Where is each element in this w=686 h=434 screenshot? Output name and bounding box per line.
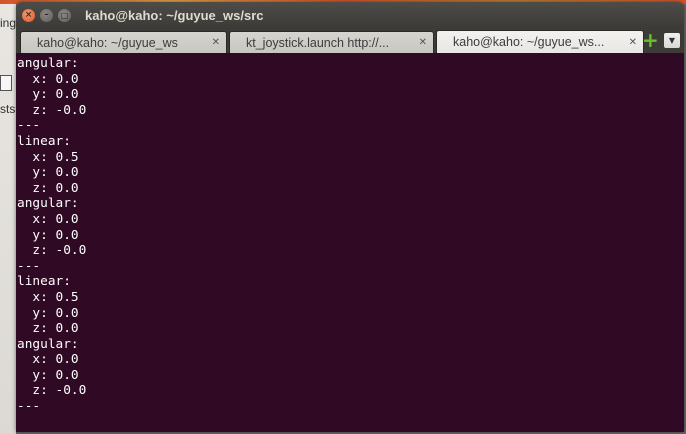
tab-guyue-ws-active[interactable]: kaho@kaho: ~/guyue_ws... ✕: [436, 30, 644, 53]
tab-joystick-launch[interactable]: kt_joystick.launch http://... ✕: [229, 31, 434, 53]
maximize-button[interactable]: □: [58, 9, 71, 22]
terminal-line: x: 0.5: [17, 149, 79, 165]
terminal-line: angular:: [17, 336, 79, 352]
close-button[interactable]: ×: [22, 9, 35, 22]
tab-guyue-ws[interactable]: kaho@kaho: ~/guyue_ws ✕: [20, 31, 227, 53]
terminal-line: linear:: [17, 274, 71, 290]
terminal-line: z: 0.0: [17, 180, 79, 196]
terminal-line: ---: [17, 258, 41, 274]
terminal-line: angular:: [17, 56, 79, 71]
close-icon: ×: [24, 10, 33, 20]
terminal-line: z: -0.0: [17, 102, 87, 118]
terminal-line: x: 0.5: [17, 289, 79, 305]
tab-close-icon[interactable]: ✕: [212, 37, 220, 48]
window-title: kaho@kaho: ~/guyue_ws/src: [85, 8, 264, 23]
terminal-window: × – □ kaho@kaho: ~/guyue_ws/src kaho@kah…: [16, 2, 684, 432]
tab-close-icon[interactable]: ✕: [629, 37, 637, 48]
desktop-label-fragment: sts: [0, 102, 16, 116]
maximize-icon: □: [60, 10, 69, 20]
terminal-line: linear:: [17, 133, 71, 149]
terminal-output[interactable]: angular: x: 0.0 y: 0.0 z: -0.0 --- linear:…: [16, 53, 684, 432]
tab-label: kt_joystick.launch http://...: [246, 35, 390, 50]
minimize-button[interactable]: –: [40, 9, 53, 22]
terminal-line: y: 0.0: [17, 367, 79, 383]
file-icon[interactable]: [0, 75, 12, 91]
terminal-line: ---: [17, 399, 41, 415]
tab-menu-icon[interactable]: ▼: [664, 33, 680, 48]
tab-label: kaho@kaho: ~/guyue_ws: [37, 35, 178, 50]
add-tab-icon[interactable]: +: [642, 30, 659, 50]
tab-label: kaho@kaho: ~/guyue_ws...: [453, 35, 605, 49]
terminal-line: z: -0.0: [17, 243, 87, 259]
terminal-line: z: -0.0: [17, 383, 87, 399]
desktop-label-fragment: ing: [0, 16, 17, 30]
tab-close-icon[interactable]: ✕: [419, 37, 427, 48]
tab-bar: kaho@kaho: ~/guyue_ws ✕ kt_joystick.laun…: [16, 29, 684, 53]
terminal-line: x: 0.0: [17, 352, 79, 368]
terminal-line: y: 0.0: [17, 227, 79, 243]
terminal-line: x: 0.0: [17, 71, 79, 87]
terminal-line: y: 0.0: [17, 87, 79, 103]
terminal-line: z: 0.0: [17, 321, 79, 337]
terminal-line: y: 0.0: [17, 305, 79, 321]
desktop-background: ing sts: [0, 0, 16, 434]
terminal-line: ---: [17, 118, 41, 134]
window-titlebar[interactable]: × – □ kaho@kaho: ~/guyue_ws/src: [16, 2, 684, 29]
terminal-line: x: 0.0: [17, 211, 79, 227]
terminal-line: y: 0.0: [17, 165, 79, 181]
terminal-line: angular:: [17, 196, 79, 212]
screen: ing sts × – □ kaho@kaho: ~/guyue_ws/src …: [0, 0, 686, 434]
minimize-icon: –: [44, 10, 49, 20]
